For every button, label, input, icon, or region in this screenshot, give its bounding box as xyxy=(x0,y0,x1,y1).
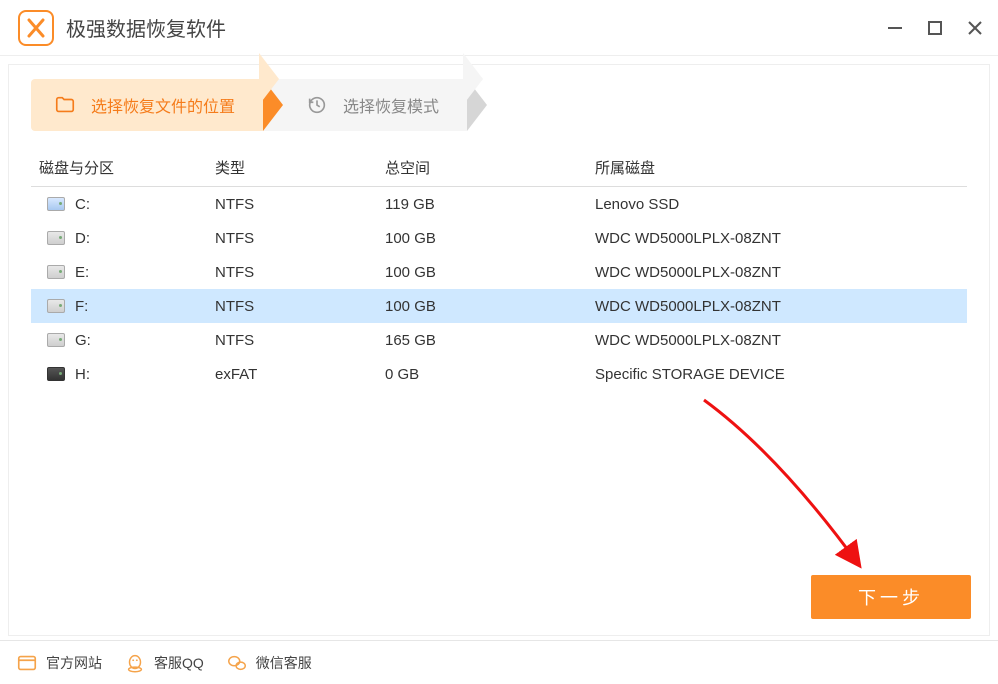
recovery-mode-icon xyxy=(305,93,329,117)
drive-icon xyxy=(47,299,65,313)
website-icon xyxy=(16,652,38,674)
drive-icon xyxy=(47,197,65,211)
cell-drive: E: xyxy=(35,264,215,281)
drive-label: F: xyxy=(75,298,88,315)
bottom-bar: 官方网站 客服QQ 微信客服 xyxy=(0,640,998,684)
window-minimize-button[interactable] xyxy=(884,17,906,39)
table-row[interactable]: H: exFAT0 GBSpecific STORAGE DEVICE xyxy=(31,357,967,391)
link-official-website[interactable]: 官方网站 xyxy=(16,652,102,674)
cell-belong: WDC WD5000LPLX-08ZNT xyxy=(595,298,963,315)
step-arrow-icon xyxy=(467,79,487,131)
main-panel: 选择恢复文件的位置 选择恢复模式 磁盘与分区 类型 总空间 所属磁盘 C: NTF… xyxy=(8,64,990,636)
cell-drive: G: xyxy=(35,332,215,349)
title-bar: 极强数据恢复软件 xyxy=(0,0,998,56)
folder-icon xyxy=(53,93,77,117)
table-row[interactable]: G: NTFS165 GBWDC WD5000LPLX-08ZNT xyxy=(31,323,967,357)
cell-size: 165 GB xyxy=(385,332,595,349)
drive-icon xyxy=(47,231,65,245)
link-label: 官方网站 xyxy=(46,653,102,673)
cell-belong: WDC WD5000LPLX-08ZNT xyxy=(595,332,963,349)
drive-label: D: xyxy=(75,230,90,247)
cell-belong: WDC WD5000LPLX-08ZNT xyxy=(595,264,963,281)
cell-drive: F: xyxy=(35,298,215,315)
window-maximize-button[interactable] xyxy=(924,17,946,39)
col-header-size[interactable]: 总空间 xyxy=(385,157,595,178)
step-label: 选择恢复文件的位置 xyxy=(91,93,235,117)
cell-size: 100 GB xyxy=(385,298,595,315)
cell-drive: H: xyxy=(35,366,215,383)
qq-icon xyxy=(124,652,146,674)
cell-type: NTFS xyxy=(215,298,385,315)
cell-type: exFAT xyxy=(215,366,385,383)
table-row[interactable]: F: NTFS100 GBWDC WD5000LPLX-08ZNT xyxy=(31,289,967,323)
step-arrow-icon xyxy=(263,79,283,131)
drive-label: G: xyxy=(75,332,91,349)
step-bar: 选择恢复文件的位置 选择恢复模式 xyxy=(31,79,967,131)
table-header: 磁盘与分区 类型 总空间 所属磁盘 xyxy=(31,149,967,187)
next-button[interactable]: 下一步 xyxy=(811,575,971,619)
cell-drive: D: xyxy=(35,230,215,247)
col-header-disk[interactable]: 磁盘与分区 xyxy=(35,157,215,178)
drive-icon xyxy=(47,367,65,381)
drive-label: C: xyxy=(75,196,90,213)
table-row[interactable]: C: NTFS119 GBLenovo SSD xyxy=(31,187,967,221)
cell-size: 119 GB xyxy=(385,196,595,213)
drive-icon xyxy=(47,333,65,347)
table-row[interactable]: E: NTFS100 GBWDC WD5000LPLX-08ZNT xyxy=(31,255,967,289)
next-button-label: 下一步 xyxy=(858,584,924,610)
drive-icon xyxy=(47,265,65,279)
cell-type: NTFS xyxy=(215,332,385,349)
col-header-belong[interactable]: 所属磁盘 xyxy=(595,157,963,178)
app-title: 极强数据恢复软件 xyxy=(66,13,884,42)
cell-belong: Lenovo SSD xyxy=(595,196,963,213)
cell-type: NTFS xyxy=(215,230,385,247)
annotation-arrow xyxy=(699,395,909,595)
link-wechat-support[interactable]: 微信客服 xyxy=(226,652,312,674)
drive-label: H: xyxy=(75,366,90,383)
cell-size: 0 GB xyxy=(385,366,595,383)
app-logo xyxy=(18,10,54,46)
cell-belong: Specific STORAGE DEVICE xyxy=(595,366,963,383)
cell-type: NTFS xyxy=(215,196,385,213)
cell-type: NTFS xyxy=(215,264,385,281)
step-select-mode[interactable]: 选择恢复模式 xyxy=(283,79,467,131)
wechat-icon xyxy=(226,652,248,674)
link-qq-support[interactable]: 客服QQ xyxy=(124,652,204,674)
col-header-type[interactable]: 类型 xyxy=(215,157,385,178)
cell-belong: WDC WD5000LPLX-08ZNT xyxy=(595,230,963,247)
step-label: 选择恢复模式 xyxy=(343,93,439,117)
link-label: 客服QQ xyxy=(154,653,204,673)
step-select-location[interactable]: 选择恢复文件的位置 xyxy=(31,79,263,131)
link-label: 微信客服 xyxy=(256,653,312,673)
table-row[interactable]: D: NTFS100 GBWDC WD5000LPLX-08ZNT xyxy=(31,221,967,255)
table-body: C:NTFS119 GBLenovo SSDD:NTFS100 GBWDC WD… xyxy=(31,187,967,391)
drive-label: E: xyxy=(75,264,89,281)
window-close-button[interactable] xyxy=(964,17,986,39)
cell-size: 100 GB xyxy=(385,230,595,247)
cell-size: 100 GB xyxy=(385,264,595,281)
cell-drive: C: xyxy=(35,196,215,213)
